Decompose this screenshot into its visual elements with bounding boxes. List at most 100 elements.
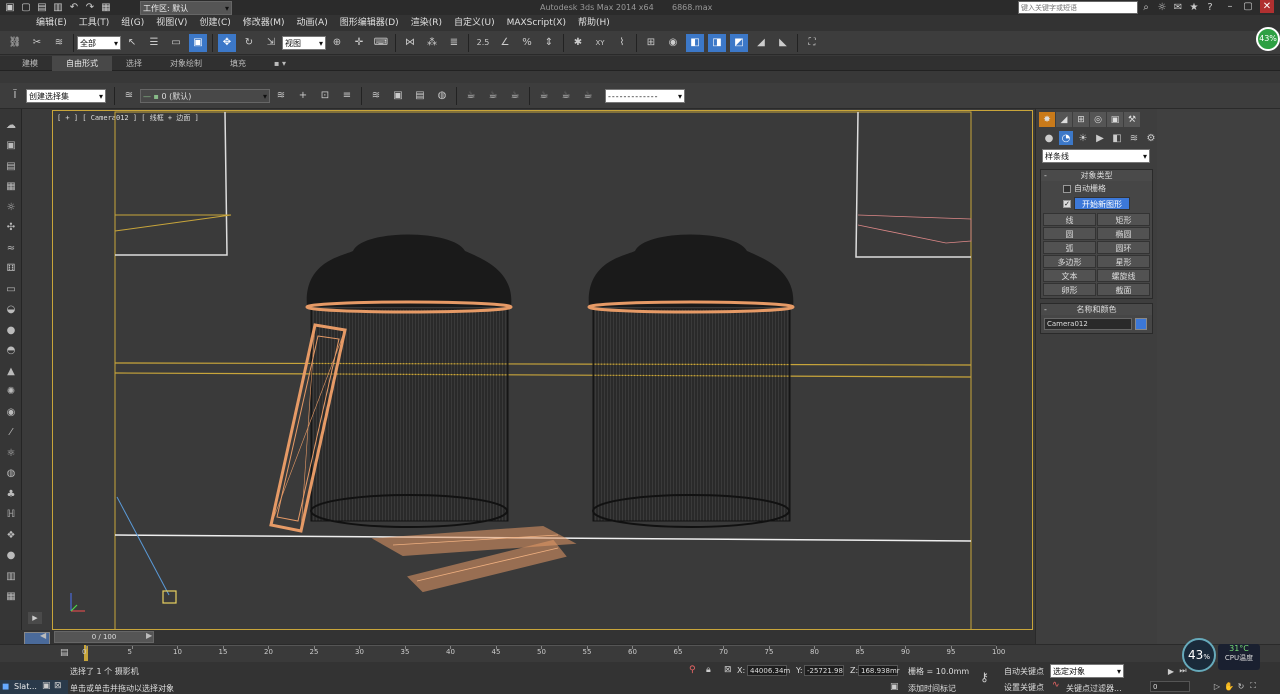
- list-icon[interactable]: ▤: [3, 158, 19, 174]
- redo-icon[interactable]: ↷: [84, 1, 96, 13]
- slider-next-icon[interactable]: ▶: [146, 631, 152, 640]
- z-coord-field[interactable]: 168.938mr: [858, 665, 900, 676]
- zoom-icon[interactable]: ▷: [1212, 680, 1222, 692]
- name-color-title[interactable]: 名称和颜色: [1041, 304, 1152, 315]
- ribbon-tab[interactable]: 填充: [216, 56, 260, 71]
- ribbon-tab[interactable]: 自由形式: [52, 55, 112, 71]
- layer-manager-icon[interactable]: ≣: [445, 34, 463, 52]
- frame-field[interactable]: 0: [1150, 681, 1190, 692]
- object-type-button[interactable]: 线: [1043, 213, 1096, 226]
- communication-icon[interactable]: ✉: [1172, 1, 1184, 13]
- material-icon[interactable]: ▣: [3, 138, 19, 154]
- new-file-icon[interactable]: ▢: [20, 1, 32, 13]
- material-editor-icon[interactable]: ◉: [664, 34, 682, 52]
- track-bar[interactable]: ▤ 0 5 10 15 20 25 30 35 40 45 50 55 60 65 70 75 80 85 90 95…: [0, 644, 1280, 662]
- helpers-icon[interactable]: ◧: [1110, 131, 1124, 145]
- cpu-gauge[interactable]: 43%: [1182, 638, 1216, 672]
- orbit-icon[interactable]: ↻: [1236, 680, 1246, 692]
- pivot-center-icon[interactable]: ⊕: [328, 34, 346, 52]
- named-selection-icon[interactable]: ✱: [569, 34, 587, 52]
- schematic-view-icon[interactable]: ⊞: [642, 34, 660, 52]
- utilities-tab-icon[interactable]: ⚒: [1124, 112, 1140, 127]
- menu-item[interactable]: 创建(C): [193, 15, 236, 31]
- menu-item[interactable]: 动画(A): [291, 15, 334, 31]
- object-type-button[interactable]: 椭圆: [1097, 227, 1150, 240]
- object-type-title[interactable]: 对象类型: [1041, 170, 1152, 181]
- auto-grid-checkbox[interactable]: [1063, 184, 1071, 193]
- wave-icon[interactable]: ≈: [3, 240, 19, 256]
- rect-selection-icon[interactable]: ▭: [167, 34, 185, 52]
- spacewarps-icon[interactable]: ≋: [1127, 131, 1141, 145]
- render-window-icon[interactable]: ▤: [411, 87, 429, 105]
- menu-item[interactable]: 工具(T): [73, 15, 116, 31]
- undo-icon[interactable]: ↶: [68, 1, 80, 13]
- render-iterative-icon[interactable]: ◢: [752, 34, 770, 52]
- globe-icon[interactable]: ◍: [433, 87, 451, 105]
- ribbon-tab[interactable]: 选择: [112, 56, 156, 71]
- cone-icon[interactable]: ▲: [3, 363, 19, 379]
- object-type-button[interactable]: 螺旋线: [1097, 269, 1150, 282]
- expand-left-toolbar-icon[interactable]: ▶: [28, 612, 42, 624]
- menu-item[interactable]: 视图(V): [150, 15, 193, 31]
- layer-select[interactable]: — ▪ 0 (默认): [140, 88, 270, 104]
- bind-space-warp-icon[interactable]: ≋: [50, 34, 68, 52]
- subscription-icon[interactable]: ☼: [1156, 1, 1168, 13]
- menu-item[interactable]: 自定义(U): [448, 15, 501, 31]
- create-tab-icon[interactable]: ✸: [1039, 112, 1055, 127]
- maximize-icon[interactable]: ▢: [1242, 0, 1254, 13]
- key-selection-select[interactable]: 选定对象: [1050, 664, 1124, 679]
- systems-icon[interactable]: ⚙: [1144, 131, 1158, 145]
- object-type-button[interactable]: 截面: [1097, 283, 1150, 296]
- set-key-button[interactable]: 设置关键点: [1004, 682, 1044, 693]
- plant-icon[interactable]: ♣: [3, 486, 19, 502]
- taskbar-close-icon[interactable]: ⊠: [54, 681, 62, 691]
- hemisphere-icon[interactable]: ◓: [3, 343, 19, 359]
- transform-mode-icon[interactable]: ⊠: [724, 665, 732, 675]
- slider-prev-icon[interactable]: ◀: [40, 631, 46, 640]
- selection-set-select[interactable]: 创建选择集: [26, 88, 106, 104]
- panel-icon[interactable]: ▦: [3, 589, 19, 605]
- pattern-icon[interactable]: ❖: [3, 527, 19, 543]
- motion-tab-icon[interactable]: ◎: [1090, 112, 1106, 127]
- sun-icon[interactable]: ✺: [3, 384, 19, 400]
- teapot-a2-icon[interactable]: ☕: [535, 87, 553, 105]
- ball-icon[interactable]: ●: [3, 548, 19, 564]
- script-pin-icon[interactable]: ⚲: [689, 665, 696, 675]
- cpu-temp-widget[interactable]: 31°C CPU温度: [1218, 644, 1260, 670]
- select-object-icon[interactable]: ↖: [123, 34, 141, 52]
- axis-constraint-icon[interactable]: XY: [591, 34, 609, 52]
- object-type-button[interactable]: 圆环: [1097, 241, 1150, 254]
- snap-toggle-icon[interactable]: 2.5: [474, 34, 492, 52]
- close-icon[interactable]: ✕: [1260, 0, 1274, 13]
- helper-icon[interactable]: ✣: [3, 220, 19, 236]
- menu-item[interactable]: 修改器(M): [237, 15, 291, 31]
- teapot-c2-icon[interactable]: ☕: [579, 87, 597, 105]
- object-type-button[interactable]: 弧: [1043, 241, 1096, 254]
- menu-item[interactable]: 渲染(R): [405, 15, 448, 31]
- play-icon[interactable]: ▶: [1166, 666, 1176, 676]
- app-menu-icon[interactable]: ▣: [4, 1, 16, 13]
- y-coord-field[interactable]: -25721.98: [804, 665, 844, 676]
- window-crossing-icon[interactable]: ▣: [189, 33, 207, 52]
- keyboard-shortcut-icon[interactable]: ⌨: [372, 34, 390, 52]
- save-file-icon[interactable]: ▥: [52, 1, 64, 13]
- curve-editor-icon[interactable]: ⌇: [613, 34, 631, 52]
- unlink-icon[interactable]: ✂: [28, 34, 46, 52]
- workspace-select[interactable]: 工作区: 默认: [140, 1, 232, 16]
- modify-tab-icon[interactable]: ◢: [1056, 112, 1072, 127]
- start-new-shape-checkbox[interactable]: ✓: [1063, 199, 1071, 208]
- cameras-icon[interactable]: ▶: [1093, 131, 1107, 145]
- menu-item[interactable]: 图形编辑器(D): [334, 15, 405, 31]
- object-type-button[interactable]: 星形: [1097, 255, 1150, 268]
- image-icon[interactable]: ▣: [389, 87, 407, 105]
- menu-item[interactable]: MAXScript(X): [501, 15, 572, 31]
- spinner-snap-icon[interactable]: ⇕: [540, 34, 558, 52]
- create-layer-icon[interactable]: ≋: [272, 87, 290, 105]
- dice-icon[interactable]: ⚅: [3, 261, 19, 277]
- sphere-icon[interactable]: ●: [3, 322, 19, 338]
- object-type-button[interactable]: 圆: [1043, 227, 1096, 240]
- render-production-icon[interactable]: ◩: [730, 33, 748, 52]
- teapot-a-icon[interactable]: ☕: [462, 87, 480, 105]
- cylinder-icon[interactable]: ◒: [3, 302, 19, 318]
- percent-snap-icon[interactable]: %: [518, 34, 536, 52]
